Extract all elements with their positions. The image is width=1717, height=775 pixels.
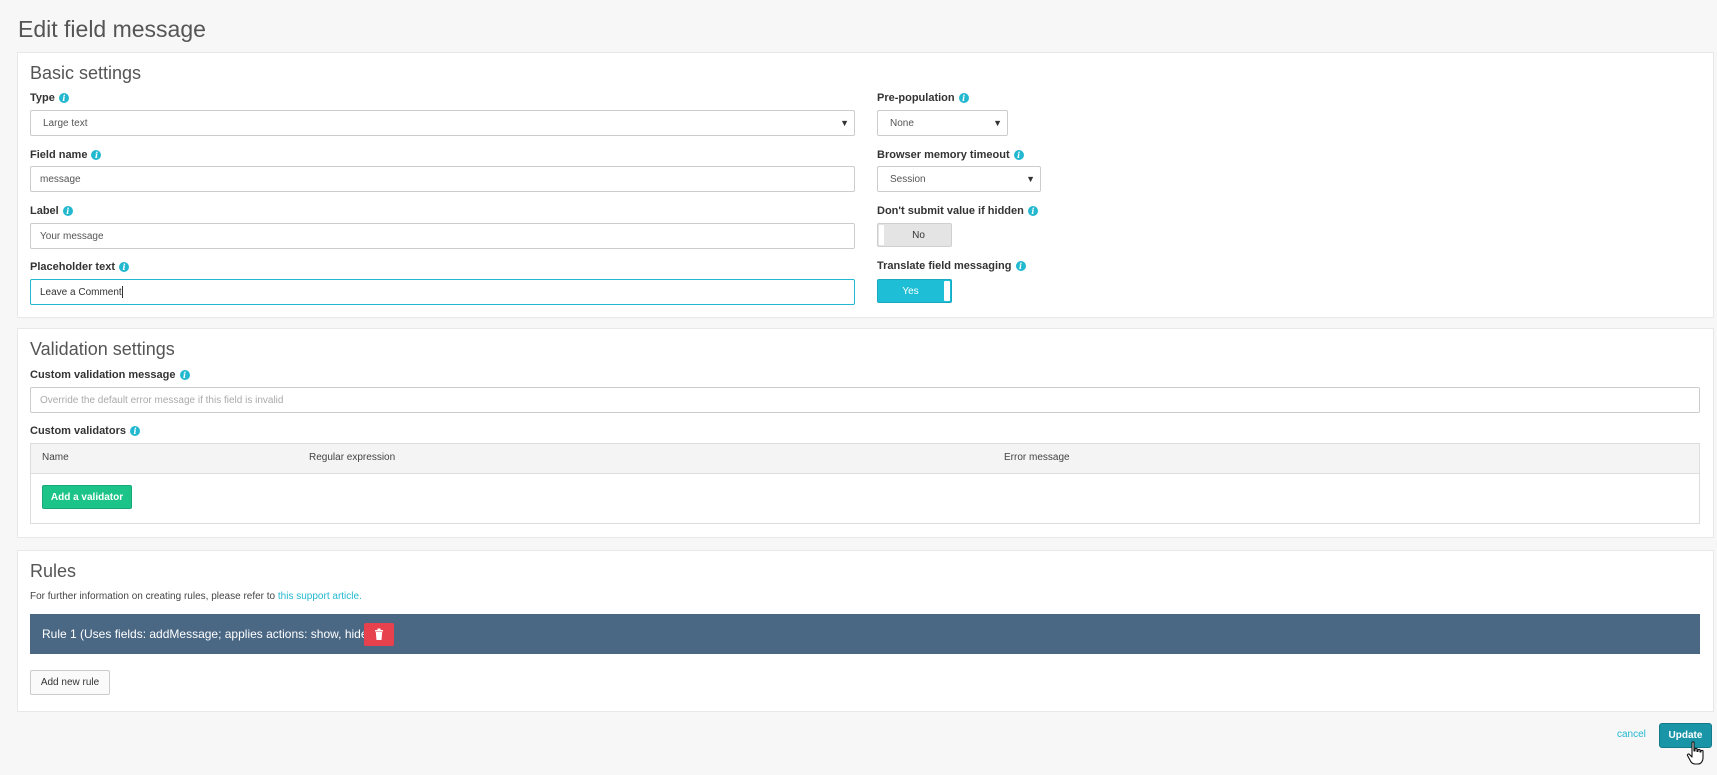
delete-rule-button[interactable] bbox=[364, 623, 394, 646]
type-select-value: Large text bbox=[43, 117, 88, 129]
info-icon[interactable]: i bbox=[958, 93, 969, 103]
validation-settings-panel: Validation settings Custom validation me… bbox=[17, 328, 1714, 538]
label-label: Label i bbox=[30, 205, 73, 217]
info-icon[interactable]: i bbox=[118, 262, 129, 272]
type-label: Type i bbox=[30, 92, 69, 104]
label-input[interactable]: Your message bbox=[30, 223, 855, 249]
placeholder-text-input[interactable]: Leave a Comment bbox=[30, 279, 855, 305]
type-label-text: Type bbox=[30, 92, 55, 104]
trash-icon bbox=[375, 628, 383, 640]
rule-item[interactable]: Rule 1 (Uses fields: addMessage; applies… bbox=[30, 614, 1700, 654]
rules-info-prefix: For further information on creating rule… bbox=[30, 591, 278, 602]
info-icon[interactable]: i bbox=[129, 426, 140, 436]
rule-item-text: Rule 1 (Uses fields: addMessage; applies… bbox=[42, 627, 372, 641]
chevron-down-icon: ▼ bbox=[993, 118, 1002, 128]
toggle-knob bbox=[879, 225, 884, 245]
page-title: Edit field message bbox=[18, 16, 206, 42]
column-header-regex: Regular expression bbox=[309, 452, 396, 463]
add-validator-button[interactable]: Add a validator bbox=[42, 485, 132, 509]
custom-validators-label: Custom validators i bbox=[30, 425, 140, 437]
translate-label-text: Translate field messaging bbox=[877, 260, 1012, 272]
label-label-text: Label bbox=[30, 205, 59, 217]
chevron-down-icon: ▼ bbox=[840, 118, 849, 128]
pre-population-value: None bbox=[890, 117, 914, 129]
text-cursor bbox=[121, 286, 123, 298]
rules-panel: Rules For further information on creatin… bbox=[17, 550, 1714, 712]
memory-timeout-label: Browser memory timeout i bbox=[877, 149, 1024, 161]
translate-label: Translate field messaging i bbox=[877, 260, 1026, 272]
validators-table-header: Name Regular expression Error message bbox=[31, 444, 1699, 474]
placeholder-text-label-text: Placeholder text bbox=[30, 261, 115, 273]
validators-table: Name Regular expression Error message Ad… bbox=[30, 443, 1700, 524]
field-name-label: Field name i bbox=[30, 149, 102, 161]
info-icon[interactable]: i bbox=[1015, 261, 1026, 271]
rules-info-text: For further information on creating rule… bbox=[30, 591, 362, 602]
column-header-name: Name bbox=[42, 452, 69, 463]
info-icon[interactable]: i bbox=[1027, 206, 1038, 216]
pre-population-label: Pre-population i bbox=[877, 92, 969, 104]
info-icon[interactable]: i bbox=[62, 206, 73, 216]
rules-title: Rules bbox=[30, 561, 77, 581]
chevron-down-icon: ▼ bbox=[1026, 174, 1035, 184]
info-icon[interactable]: i bbox=[91, 150, 102, 160]
toggle-knob bbox=[944, 281, 950, 301]
info-icon[interactable]: i bbox=[179, 370, 190, 380]
custom-validation-message-input[interactable]: Override the default error message if th… bbox=[30, 387, 1700, 413]
info-icon[interactable]: i bbox=[1013, 150, 1024, 160]
basic-settings-title: Basic settings bbox=[30, 63, 142, 83]
pre-population-select[interactable]: None ▼ bbox=[877, 110, 1008, 136]
type-select[interactable]: Large text ▼ bbox=[30, 110, 855, 136]
custom-validators-label-text: Custom validators bbox=[30, 425, 126, 437]
memory-timeout-label-text: Browser memory timeout bbox=[877, 149, 1010, 161]
dont-submit-toggle-text: No bbox=[912, 229, 925, 241]
validation-settings-title: Validation settings bbox=[30, 339, 175, 359]
cancel-link[interactable]: cancel bbox=[1617, 729, 1646, 740]
hand-cursor-icon bbox=[1686, 741, 1704, 765]
pre-population-label-text: Pre-population bbox=[877, 92, 955, 104]
support-article-link[interactable]: this support article bbox=[278, 591, 359, 602]
dont-submit-toggle[interactable]: No bbox=[877, 223, 952, 247]
custom-validation-message-label-text: Custom validation message bbox=[30, 369, 176, 381]
basic-settings-panel: Basic settings Type i Large text ▼ Field … bbox=[17, 52, 1714, 318]
custom-validation-message-label: Custom validation message i bbox=[30, 369, 190, 381]
dont-submit-label-text: Don't submit value if hidden bbox=[877, 205, 1024, 217]
translate-toggle[interactable]: Yes bbox=[877, 279, 952, 303]
memory-timeout-value: Session bbox=[890, 173, 926, 185]
translate-toggle-text: Yes bbox=[902, 285, 919, 297]
field-name-label-text: Field name bbox=[30, 149, 88, 161]
placeholder-text-value: Leave a Comment bbox=[40, 286, 122, 298]
rules-info-suffix: . bbox=[359, 591, 362, 602]
column-header-error: Error message bbox=[1004, 452, 1070, 463]
dont-submit-label: Don't submit value if hidden i bbox=[877, 205, 1038, 217]
placeholder-text-label: Placeholder text i bbox=[30, 261, 129, 273]
add-new-rule-button[interactable]: Add new rule bbox=[30, 670, 110, 695]
field-name-input[interactable]: message bbox=[30, 166, 855, 192]
info-icon[interactable]: i bbox=[58, 93, 69, 103]
memory-timeout-select[interactable]: Session ▼ bbox=[877, 166, 1041, 192]
